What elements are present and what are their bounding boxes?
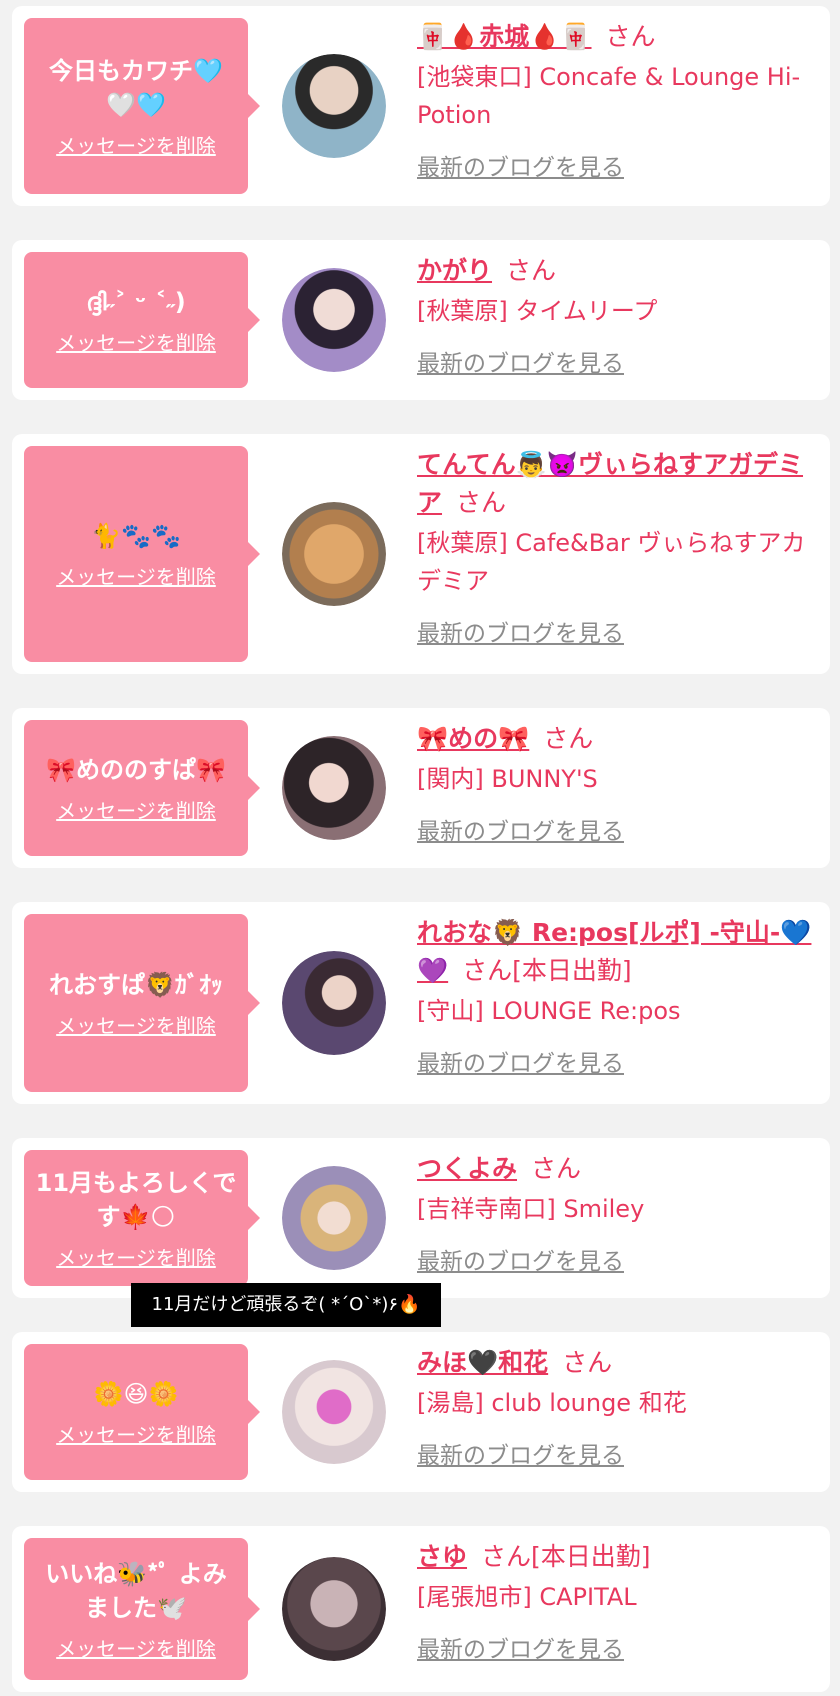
message-text: 🌼😆🌼: [93, 1379, 179, 1408]
name-line: れおな🦁 Re:pos[ルポ] -守山-💙💜 さん[本日出勤]: [417, 914, 822, 990]
message-card: れおすぱ🦁ｶﾞｵｯ メッセージを削除 れおな🦁 Re:pos[ルポ] -守山-💙…: [12, 902, 830, 1104]
latest-blog-link[interactable]: 最新のブログを見る: [417, 1630, 624, 1664]
honorific: さん: [481, 1542, 532, 1571]
latest-blog-link[interactable]: 最新のブログを見る: [417, 1044, 624, 1078]
honorific: さん: [506, 256, 557, 285]
cast-name-link[interactable]: さゆ: [417, 1542, 467, 1571]
name-line: てんてん👼👿ヴぃらねすアガデミア さん: [417, 446, 822, 522]
shop-info: [湯島] club lounge 和花: [417, 1389, 687, 1417]
name-line: みほ🖤和花 さん: [417, 1344, 822, 1382]
status-badge: [本日出勤]: [512, 956, 632, 985]
message-card: 🎀めののすぱ🎀 メッセージを削除 🎀めの🎀 さん [関内] BUNNY'S 最新の…: [12, 708, 830, 868]
message-bubble: ദ്ദി˶˃ ᵕ ˂˶) メッセージを削除: [24, 252, 260, 388]
name-line: かがり さん: [417, 252, 822, 290]
avatar[interactable]: [282, 1166, 386, 1270]
delete-message-link[interactable]: メッセージを削除: [56, 130, 216, 159]
honorific: さん: [562, 1348, 613, 1377]
avatar[interactable]: [282, 1360, 386, 1464]
message-card: 🐈🐾🐾 メッセージを削除 てんてん👼👿ヴぃらねすアガデミア さん [秋葉原] Ca…: [12, 434, 830, 674]
message-card: 今日もカワチ🩵 🤍🩵 メッセージを削除 🀄🩸赤城🩸🀄 さん [池袋東口] Conc…: [12, 6, 830, 206]
message-bubble: 🎀めののすぱ🎀 メッセージを削除: [24, 720, 260, 856]
message-text: 🐈🐾🐾: [91, 521, 181, 550]
message-card: いいね🐝*ﾟ よみました🕊️ メッセージを削除 さゆ さん[本日出勤] [尾張旭市…: [12, 1526, 830, 1692]
shop-info: [守山] LOUNGE Re:pos: [417, 997, 681, 1025]
delete-message-link[interactable]: メッセージを削除: [56, 327, 216, 356]
cast-info: さゆ さん[本日出勤] [尾張旭市] CAPITAL 最新のブログを見る: [417, 1538, 822, 1664]
message-text: 今日もカワチ🩵 🤍🩵: [49, 56, 223, 119]
cast-info: れおな🦁 Re:pos[ルポ] -守山-💙💜 さん[本日出勤] [守山] LOUN…: [417, 914, 822, 1078]
avatar[interactable]: [282, 736, 386, 840]
cast-name-link[interactable]: かがり: [417, 256, 492, 285]
shop-info: [秋葉原] タイムリープ: [417, 297, 658, 325]
cast-info: かがり さん [秋葉原] タイムリープ 最新のブログを見る: [417, 252, 822, 378]
honorific: さん: [531, 1154, 582, 1183]
shop-info: [尾張旭市] CAPITAL: [417, 1583, 637, 1611]
message-text: ദ്ദി˶˃ ᵕ ˂˶): [86, 287, 186, 316]
avatar[interactable]: [282, 54, 386, 158]
shop-info: [池袋東口] Concafe & Lounge Hi-Potion: [417, 63, 801, 129]
latest-blog-link[interactable]: 最新のブログを見る: [417, 344, 624, 378]
message-tooltip: 11月だけど頑張るぞ( *´O`*)۶🔥: [131, 1283, 441, 1327]
delete-message-link[interactable]: メッセージを削除: [56, 1242, 216, 1271]
latest-blog-link[interactable]: 最新のブログを見る: [417, 614, 624, 648]
latest-blog-link[interactable]: 最新のブログを見る: [417, 1436, 624, 1470]
delete-message-link[interactable]: メッセージを削除: [56, 1419, 216, 1448]
cast-info: 🎀めの🎀 さん [関内] BUNNY'S 最新のブログを見る: [417, 720, 822, 846]
honorific: さん: [605, 22, 656, 51]
cast-info: 🀄🩸赤城🩸🀄 さん [池袋東口] Concafe & Lounge Hi-Poti…: [417, 18, 822, 182]
cast-info: みほ🖤和花 さん [湯島] club lounge 和花 最新のブログを見る: [417, 1344, 822, 1470]
name-line: 🎀めの🎀 さん: [417, 720, 822, 758]
latest-blog-link[interactable]: 最新のブログを見る: [417, 1242, 624, 1276]
latest-blog-link[interactable]: 最新のブログを見る: [417, 148, 624, 182]
message-text: いいね🐝*ﾟ よみました🕊️: [45, 1559, 227, 1622]
message-text: れおすぱ🦁ｶﾞｵｯ: [49, 970, 223, 999]
cast-info: てんてん👼👿ヴぃらねすアガデミア さん [秋葉原] Cafe&Bar ヴぃらねすア…: [417, 446, 822, 648]
message-card: ദ്ദി˶˃ ᵕ ˂˶) メッセージを削除 かがり さん [秋葉原] タイムリープ…: [12, 240, 830, 400]
shop-info: [関内] BUNNY'S: [417, 765, 598, 793]
delete-message-link[interactable]: メッセージを削除: [56, 795, 216, 824]
honorific: さん: [543, 724, 594, 753]
shop-info: [秋葉原] Cafe&Bar ヴぃらねすアカデミア: [417, 529, 806, 595]
delete-message-link[interactable]: メッセージを削除: [56, 561, 216, 590]
cast-info: つくよみ さん [吉祥寺南口] Smiley 最新のブログを見る: [417, 1150, 822, 1276]
cast-name-link[interactable]: つくよみ: [417, 1154, 517, 1183]
delete-message-link[interactable]: メッセージを削除: [56, 1633, 216, 1662]
cast-name-link[interactable]: 🎀めの🎀: [417, 724, 529, 753]
message-card: 11月もよろしくです🍁🌕 メッセージを削除 つくよみ さん [吉祥寺南口] Smi…: [12, 1138, 830, 1298]
honorific: さん: [462, 956, 513, 985]
message-bubble: 11月もよろしくです🍁🌕 メッセージを削除: [24, 1150, 260, 1286]
message-bubble: いいね🐝*ﾟ よみました🕊️ メッセージを削除: [24, 1538, 260, 1680]
shop-info: [吉祥寺南口] Smiley: [417, 1195, 645, 1223]
cast-name-link[interactable]: 🀄🩸赤城🩸🀄: [417, 22, 592, 51]
delete-message-link[interactable]: メッセージを削除: [56, 1010, 216, 1039]
status-badge: [本日出勤]: [531, 1542, 651, 1571]
honorific: さん: [456, 488, 507, 517]
message-card: 🌼😆🌼 メッセージを削除 みほ🖤和花 さん [湯島] club lounge 和花…: [12, 1332, 830, 1492]
avatar[interactable]: [282, 951, 386, 1055]
latest-blog-link[interactable]: 最新のブログを見る: [417, 812, 624, 846]
name-line: さゆ さん[本日出勤]: [417, 1538, 822, 1576]
cast-name-link[interactable]: みほ🖤和花: [417, 1348, 548, 1377]
message-text: 🎀めののすぱ🎀: [46, 755, 226, 784]
name-line: つくよみ さん: [417, 1150, 822, 1188]
avatar[interactable]: [282, 502, 386, 606]
message-bubble: 今日もカワチ🩵 🤍🩵 メッセージを削除: [24, 18, 260, 194]
avatar[interactable]: [282, 268, 386, 372]
message-bubble: 🐈🐾🐾 メッセージを削除: [24, 446, 260, 662]
message-bubble: れおすぱ🦁ｶﾞｵｯ メッセージを削除: [24, 914, 260, 1092]
avatar[interactable]: [282, 1557, 386, 1661]
name-line: 🀄🩸赤城🩸🀄 さん: [417, 18, 822, 56]
message-bubble: 🌼😆🌼 メッセージを削除: [24, 1344, 260, 1480]
message-text: 11月もよろしくです🍁🌕: [35, 1168, 237, 1231]
